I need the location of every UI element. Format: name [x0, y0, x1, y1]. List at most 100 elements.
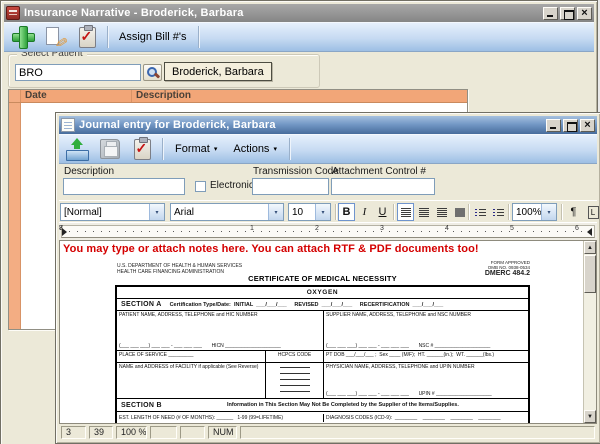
align-left-icon [401, 208, 411, 217]
align-center-button[interactable] [415, 203, 432, 221]
left-indent-marker[interactable] [62, 228, 67, 236]
maximize-button[interactable] [560, 7, 575, 20]
assign-bill-numbers-button[interactable]: Assign Bill #'s [113, 25, 193, 49]
est-length-cell: EST. LENGTH OF NEED (# OF MONTHS): _____… [117, 414, 324, 422]
toolbar-separator [508, 204, 509, 220]
vertical-scrollbar[interactable]: ▲ ▼ [583, 241, 596, 423]
approval-block: FORM APPROVED OMB NO. 0938-0534 DMERC 48… [485, 260, 530, 278]
selected-patient-chip[interactable]: Broderick, Barbara [164, 62, 272, 81]
numbered-list-button[interactable] [490, 203, 507, 221]
maximize-button[interactable] [563, 119, 578, 132]
formatting-toolbar: [Normal] ▾ Arial ▾ 10 ▾ B I U [59, 200, 597, 222]
scroll-up-button[interactable]: ▲ [584, 241, 596, 254]
supplier-cell: SUPPLIER NAME, ADDRESS, TELEPHONE and NS… [324, 311, 528, 350]
form-title: CERTIFICATE OF MEDICAL NECESSITY [115, 274, 530, 283]
journal-window-controls: × [544, 119, 595, 132]
add-icon [11, 25, 35, 49]
paragraph-style-select[interactable]: [Normal] ▾ [60, 203, 165, 221]
edit-narrative-button[interactable]: ✎ [40, 24, 70, 51]
import-attachment-button[interactable] [63, 136, 93, 163]
scrollbar-thumb[interactable] [584, 255, 596, 293]
italic-button[interactable]: I [356, 203, 373, 221]
right-indent-marker[interactable] [587, 228, 592, 236]
close-button[interactable]: × [577, 7, 592, 20]
format-menu-button[interactable]: Format ▾ [168, 137, 224, 161]
place-of-service-row: PLACE OF SERVICE _________ HCPCS CODE PT… [117, 351, 528, 363]
font-size-select[interactable]: 10 ▾ [288, 203, 331, 221]
minimize-button[interactable] [543, 7, 558, 20]
supplier-phone-line: (___ ___ ___) ___ ___ - ___ ___ ___ NSC … [326, 343, 490, 349]
row-selector-column [9, 103, 21, 329]
chevron-down-icon[interactable]: ▾ [541, 204, 556, 220]
document-area[interactable]: You may type or attach notes here. You c… [59, 240, 597, 424]
physician-cell: PHYSICIAN NAME, ADDRESS, TELEPHONE and U… [324, 363, 528, 398]
minimize-button[interactable] [546, 119, 561, 132]
facility-cell: NAME and ADDRESS of FACILITY if applicab… [117, 363, 266, 398]
column-header-date[interactable]: Date [21, 90, 132, 102]
font-size-value: 10 [289, 207, 315, 218]
zoom-select[interactable]: 100% ▾ [512, 203, 557, 221]
bullet-list-button[interactable] [472, 203, 489, 221]
document-page[interactable]: You may type or attach notes here. You c… [60, 241, 583, 423]
align-right-button[interactable] [433, 203, 450, 221]
bold-button[interactable]: B [338, 203, 355, 221]
save-button[interactable] [95, 136, 125, 163]
insurance-window-icon [6, 6, 20, 20]
toolbar-separator [468, 204, 469, 220]
journal-entry-window: Journal entry for Broderick, Barbara × ✓… [55, 112, 600, 444]
ruler-mark: 4 [445, 225, 449, 232]
form-category: OXYGEN [307, 289, 338, 296]
position-marker-button[interactable]: L [585, 203, 600, 221]
show-formatting-marks-button[interactable]: ¶ [565, 203, 582, 221]
status-pane-zoom: 100 % [116, 426, 147, 439]
import-icon [66, 138, 90, 161]
attachment-control-field[interactable] [331, 178, 435, 195]
align-right-icon [437, 208, 447, 217]
actions-menu-button[interactable]: Actions ▾ [226, 137, 284, 161]
place-of-service-cell: PLACE OF SERVICE _________ [117, 351, 266, 362]
font-family-select[interactable]: Arial ▾ [170, 203, 284, 221]
status-pane-numlock: NUM [208, 426, 237, 439]
journal-titlebar[interactable]: Journal entry for Broderick, Barbara × [59, 116, 597, 134]
underline-button[interactable]: U [374, 203, 391, 221]
ruler[interactable]: 1 2 3 4 5 6 7 8 [59, 222, 597, 240]
paragraph-style-value: [Normal] [61, 207, 149, 218]
insurance-titlebar[interactable]: Insurance Narrative - Broderick, Barbara… [4, 4, 594, 22]
verify-entry-button[interactable]: ✓ [127, 136, 157, 163]
diagnosis-line: DIAGNOSIS CODES (ICD-9): ________ ______… [324, 414, 503, 422]
electronic-checkbox[interactable] [195, 181, 206, 192]
chevron-down-icon[interactable]: ▾ [315, 204, 330, 220]
add-narrative-button[interactable] [8, 24, 38, 51]
align-justify-icon [455, 208, 465, 217]
description-field[interactable] [63, 178, 185, 195]
description-label: Description [64, 166, 114, 177]
status-pane-count: 3 [61, 426, 86, 439]
align-left-button[interactable] [397, 203, 414, 221]
verify-narrative-button[interactable]: ✓ [72, 24, 102, 51]
chevron-down-icon[interactable]: ▾ [268, 204, 283, 220]
toolbar-separator [162, 138, 163, 160]
toolbar-separator [289, 138, 290, 160]
patient-search-input[interactable] [15, 64, 141, 81]
align-justify-button[interactable] [451, 203, 468, 221]
patient-phone-line: (___ ___ ___) ___ ___ - ___ ___ ___ HICN… [119, 343, 281, 349]
zoom-value: 100% [513, 207, 541, 218]
transmission-code-field[interactable] [252, 178, 329, 195]
column-header-description[interactable]: Description [132, 90, 467, 102]
cmn-form-table: OXYGEN SECTION A Certification Type/Date… [115, 285, 530, 423]
position-marker-icon: L [588, 206, 599, 219]
actions-menu-label: Actions [233, 143, 269, 155]
journal-window-icon [61, 118, 75, 132]
physician-phone-line: (___ ___ ___) ___ ___ - ___ ___ ___ UPIN… [326, 391, 492, 397]
patient-search-button[interactable] [143, 64, 162, 81]
section-b-text: Information in This Section May Not Be C… [166, 402, 528, 408]
clipboard-check-icon: ✓ [134, 139, 151, 160]
chevron-down-icon[interactable]: ▾ [149, 204, 164, 220]
close-button[interactable]: × [580, 119, 595, 132]
patient-info-cell: PT DOB ___/___/___ ; Sex ____ (M/F); HT.… [324, 351, 528, 362]
section-a-row: SECTION A Certification Type/Date: INITI… [117, 299, 528, 311]
diagnosis-cell: DIAGNOSIS CODES (ICD-9): ________ ______… [324, 414, 528, 422]
scroll-down-button[interactable]: ▼ [584, 410, 596, 423]
toolbar-separator [561, 204, 562, 220]
est-length-line: EST. LENGTH OF NEED (# OF MONTHS): _____… [117, 414, 285, 422]
